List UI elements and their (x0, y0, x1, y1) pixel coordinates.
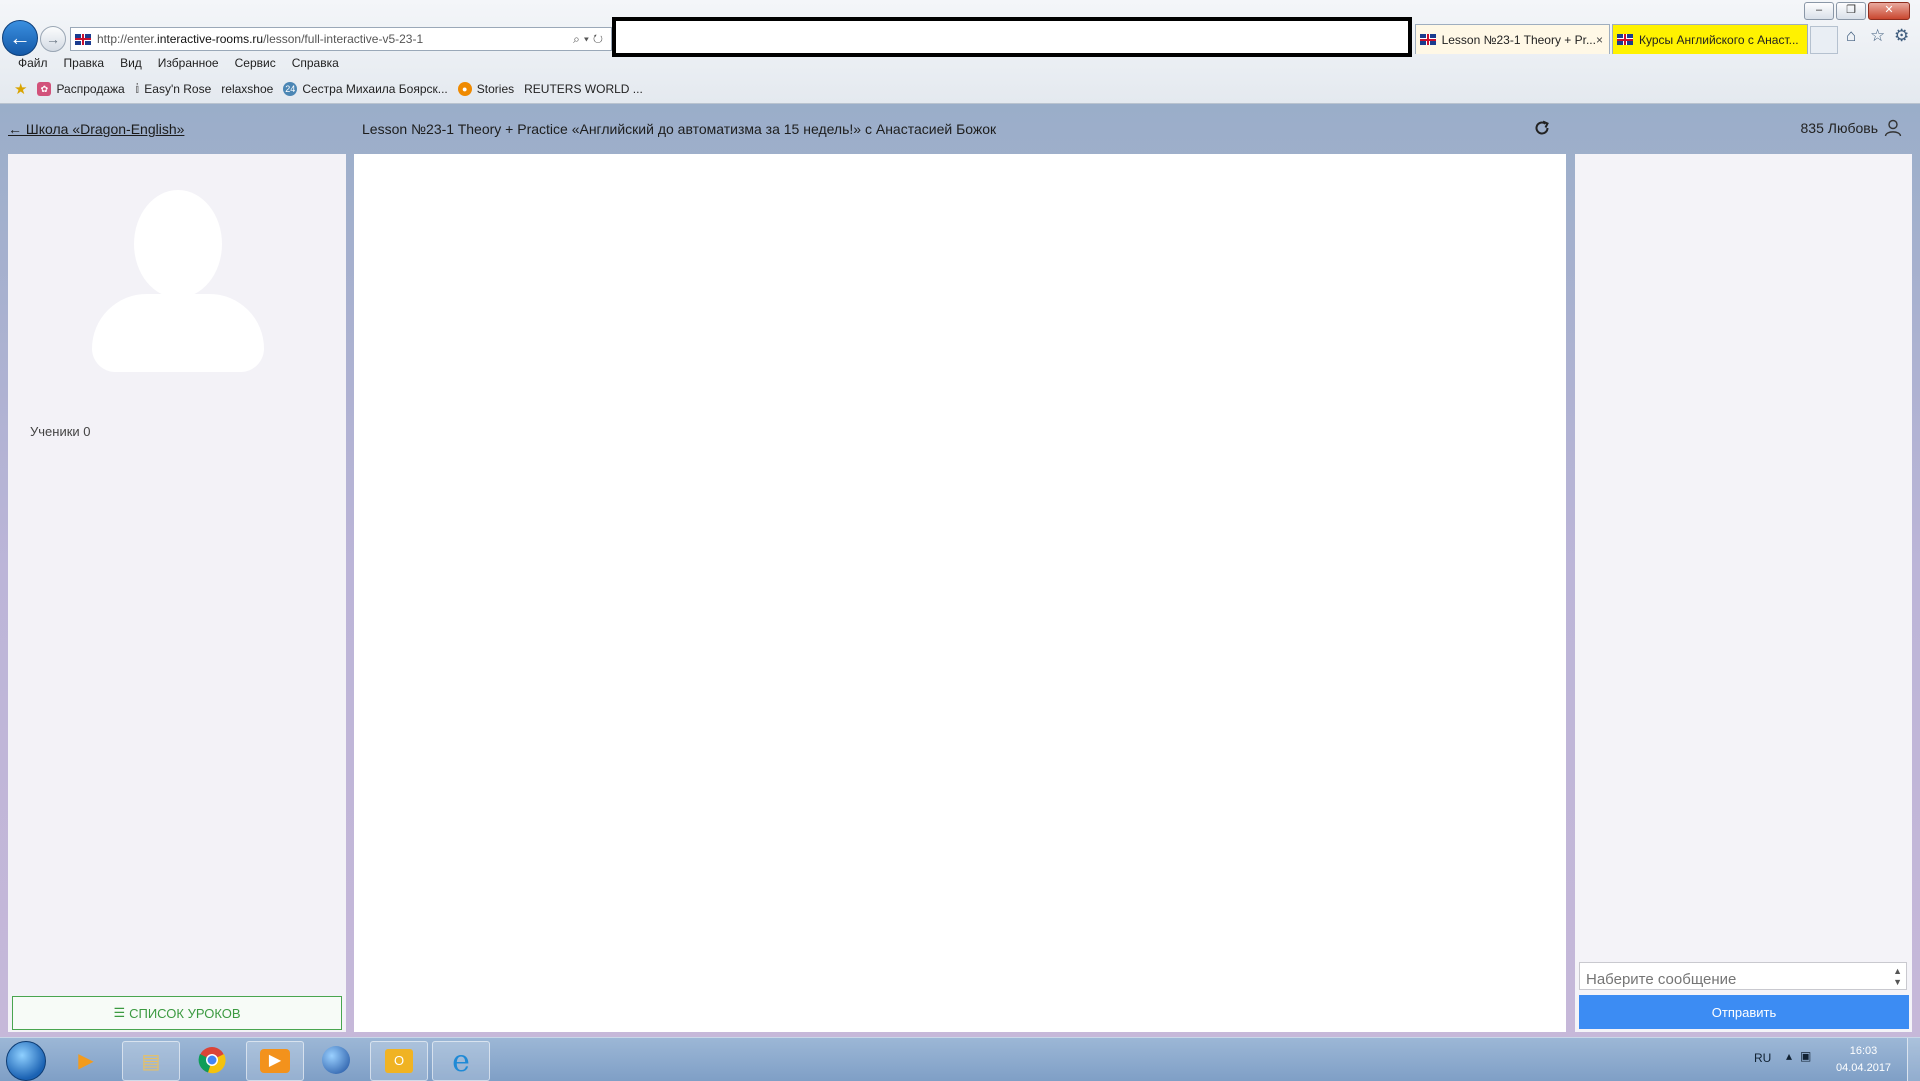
news24-icon: 24 (283, 82, 298, 96)
user-icon (1884, 119, 1902, 137)
tray-icons[interactable]: ▴▣ (1786, 1049, 1819, 1063)
menu-item-file[interactable]: Файл (18, 56, 48, 70)
chat-panel: ▲▼ Отправить (1575, 154, 1912, 1032)
close-tab-icon[interactable]: × (1596, 33, 1603, 47)
address-bar[interactable]: http://enter.interactive-rooms.ru/lesson… (70, 27, 612, 51)
tab-courses[interactable]: Курсы Английского с Анаст... (1612, 24, 1808, 54)
favorite-stories[interactable]: ● Stories (457, 82, 514, 96)
lesson-title: Lesson №23-1 Theory + Practice «Английск… (362, 121, 997, 137)
clock-time: 16:03 (1849, 1045, 1878, 1057)
flower-icon: ✿ (37, 82, 52, 96)
reuters-icon: ● (457, 82, 472, 96)
menu-item-tools[interactable]: Сервис (235, 56, 276, 70)
favorite-easy-n-rose[interactable]: 𝕚 Easy'n Rose (135, 81, 212, 97)
uk-flag-icon (75, 33, 91, 45)
restore-button[interactable]: ❐ (1836, 2, 1866, 20)
window-controls: – ❐ ✕ (1804, 2, 1910, 20)
students-count: Ученики 0 (30, 424, 91, 439)
close-window-button[interactable]: ✕ (1868, 2, 1910, 20)
tab-lesson[interactable]: Lesson №23-1 Theory + Pr... × (1415, 24, 1610, 54)
menu-bar: Файл Правка Вид Избранное Сервис Справка (18, 56, 339, 70)
redacted-box (612, 17, 1412, 57)
tab-label: Lesson №23-1 Theory + Pr... (1441, 32, 1596, 47)
favorite-reuters-world[interactable]: REUTERS WORLD ... (524, 82, 643, 96)
participants-panel: Ученики 0 ☰ СПИСОК УРОКОВ (8, 154, 346, 1032)
show-desktop-button[interactable] (1907, 1038, 1920, 1081)
add-favorite-star-icon[interactable]: ★ (14, 80, 27, 98)
menu-item-favorites[interactable]: Избранное (158, 56, 219, 70)
list-icon: ☰ (113, 1005, 126, 1020)
home-icon[interactable]: ⌂ (1846, 26, 1856, 46)
favorite-news[interactable]: 24 Сестра Михаила Боярск... (283, 82, 448, 96)
refresh-icon[interactable] (1532, 118, 1552, 138)
avatar-body (92, 294, 264, 372)
address-url: http://enter.interactive-rooms.ru/lesson… (97, 32, 424, 46)
favorite-sale[interactable]: ✿ Распродажа (37, 82, 125, 96)
user-menu[interactable]: 835 Любовь (1801, 119, 1902, 137)
media-player-icon[interactable]: ▶ (58, 1041, 114, 1079)
video-player-icon[interactable]: ▶ (246, 1041, 304, 1081)
clock-date: 04.04.2017 (1836, 1062, 1892, 1074)
uk-flag-icon (1617, 34, 1633, 45)
taskbar: ▶ ▤ ▶ O e RU ▴▣ 16:03 04.04.2017 (0, 1037, 1920, 1081)
page-header: ← Школа «Dragon-English» Lesson №23-1 Th… (0, 104, 1920, 154)
user-name: 835 Любовь (1800, 120, 1878, 136)
browser-chrome: – ❐ ✕ ← → http://enter.interactive-rooms… (0, 0, 1920, 104)
outlook-icon[interactable]: O (370, 1041, 428, 1081)
arrow-right-icon: → (46, 31, 60, 47)
lessons-list-button[interactable]: ☰ СПИСОК УРОКОВ (12, 996, 342, 1030)
lesson-page: ← Школа «Dragon-English» Lesson №23-1 Th… (0, 104, 1920, 1037)
forward-button[interactable]: → (40, 26, 66, 52)
clock[interactable]: 16:03 04.04.2017 (1836, 1043, 1891, 1077)
new-tab-button[interactable] (1810, 26, 1838, 54)
send-button[interactable]: Отправить (1579, 995, 1909, 1029)
menu-item-edit[interactable]: Правка (64, 56, 105, 70)
minimize-button[interactable]: – (1804, 2, 1834, 20)
favorites-star-icon[interactable]: ☆ (1870, 26, 1885, 46)
arrow-left-icon: ← (9, 25, 31, 50)
language-indicator[interactable]: RU (1754, 1051, 1771, 1065)
chat-message-input[interactable] (1579, 962, 1907, 990)
favorites-bar: ★ ✿ Распродажа 𝕚 Easy'n Rose relaxshoe 2… (14, 80, 643, 98)
menu-item-view[interactable]: Вид (120, 56, 142, 70)
back-button[interactable]: ← (2, 20, 38, 56)
scroll-arrows-icon[interactable]: ▲ ▼ (1893, 966, 1902, 988)
globe-icon[interactable] (308, 1041, 364, 1079)
internet-explorer-icon[interactable]: e (432, 1041, 490, 1081)
tab-label: Курсы Английского с Анаст... (1639, 32, 1799, 47)
settings-gear-icon[interactable]: ⚙ (1894, 26, 1909, 46)
lesson-board[interactable] (354, 154, 1566, 1032)
favorite-relaxshoe[interactable]: relaxshoe (221, 82, 273, 96)
menu-item-help[interactable]: Справка (292, 56, 339, 70)
school-back-link[interactable]: ← Школа «Dragon-English» (8, 121, 184, 137)
chrome-icon[interactable] (184, 1041, 240, 1079)
avatar (134, 190, 222, 298)
uk-flag-icon (1420, 34, 1436, 45)
search-refresh-icons[interactable]: ⌕▾↻ (573, 32, 607, 47)
start-button[interactable] (6, 1041, 46, 1081)
file-explorer-icon[interactable]: ▤ (122, 1041, 180, 1081)
letter-icon: 𝕚 (134, 81, 140, 96)
